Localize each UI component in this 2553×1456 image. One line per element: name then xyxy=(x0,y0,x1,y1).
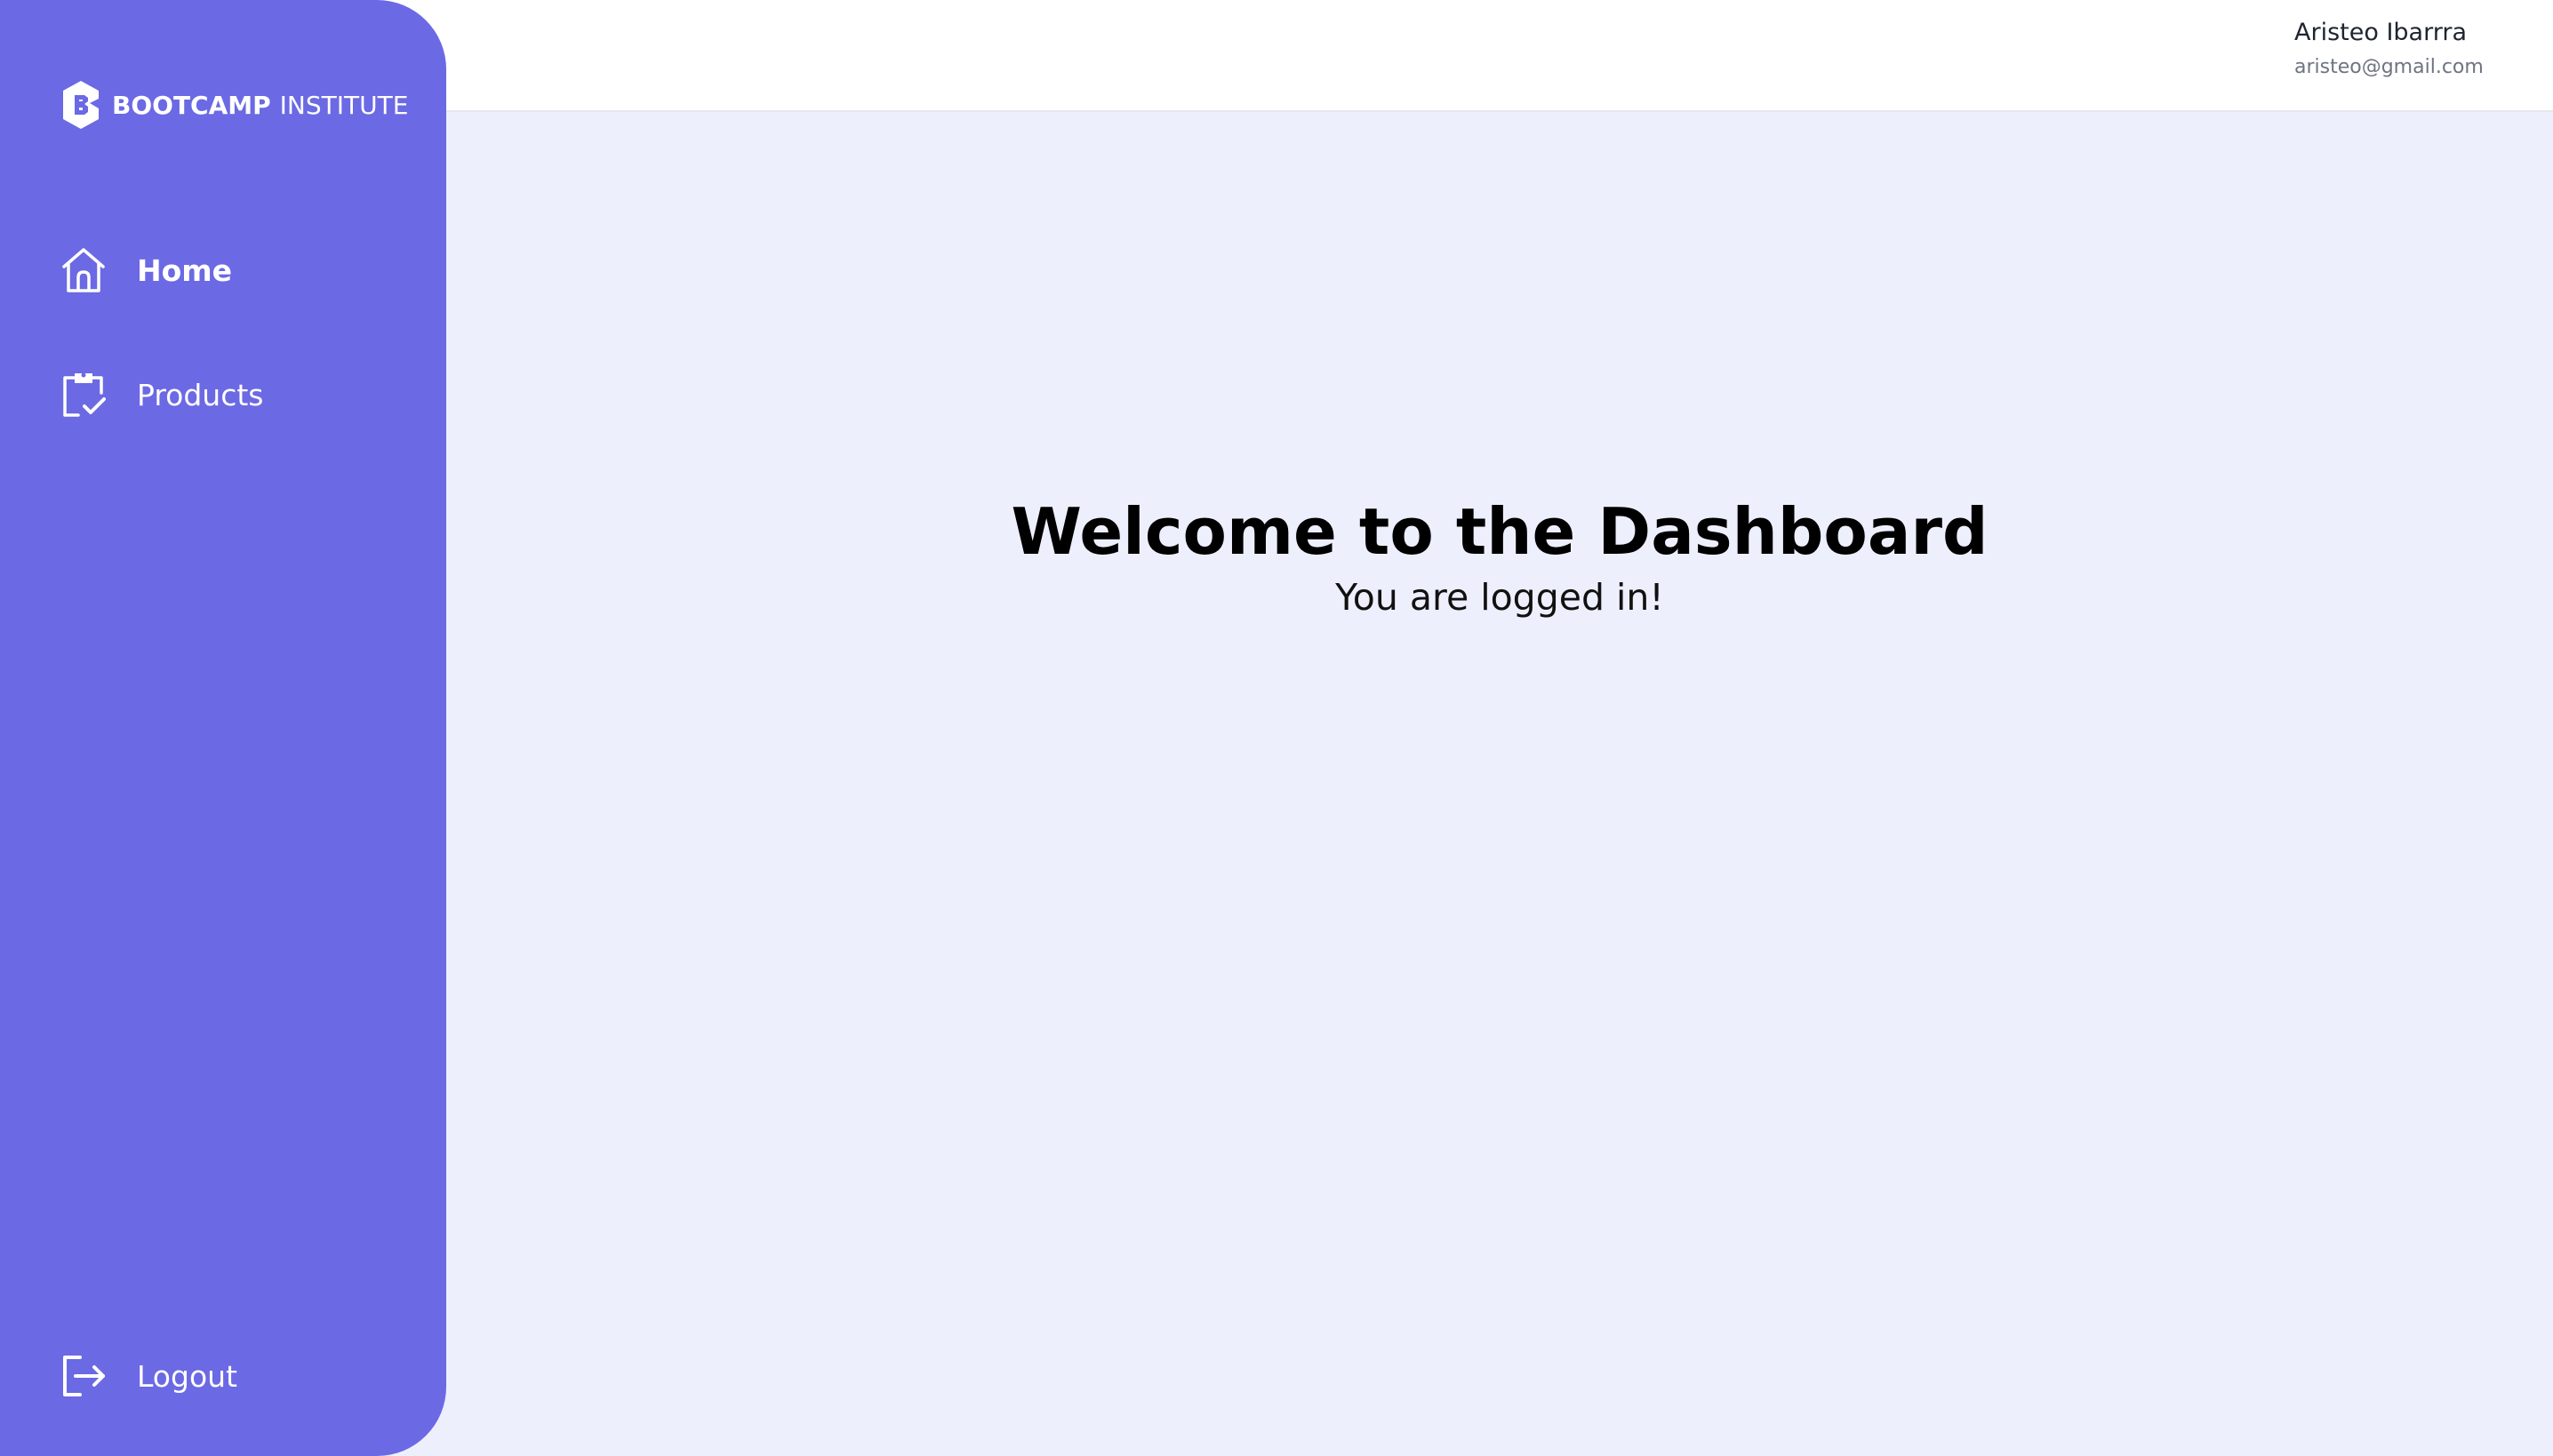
bootcamp-logo-icon xyxy=(63,81,99,129)
sidebar: BOOTCAMP INSTITUTE Home Products Logout xyxy=(0,0,446,1456)
home-icon xyxy=(62,248,105,292)
welcome-section: Welcome to the Dashboard You are logged … xyxy=(446,489,2553,620)
user-name: Aristeo Ibarrra xyxy=(2294,19,2467,46)
brand-name-light: INSTITUTE xyxy=(279,90,409,120)
brand-name-bold: BOOTCAMP xyxy=(112,90,271,120)
logout-button[interactable]: Logout xyxy=(60,1349,237,1403)
logout-icon xyxy=(63,1356,105,1396)
logout-label: Logout xyxy=(137,1358,237,1394)
sidebar-item-label: Products xyxy=(137,377,264,412)
user-profile[interactable]: Aristeo Ibarrra aristeo@gmail.com xyxy=(2294,18,2534,80)
page-title: Welcome to the Dashboard xyxy=(1011,494,1989,569)
clipboard-check-icon xyxy=(63,372,106,417)
page-subtitle: You are logged in! xyxy=(1335,576,1664,619)
sidebar-item-label: Home xyxy=(137,252,233,288)
sidebar-item-home[interactable]: Home xyxy=(60,244,232,297)
sidebar-item-products[interactable]: Products xyxy=(60,368,264,421)
user-email: aristeo@gmail.com xyxy=(2294,56,2484,78)
brand-logo[interactable]: BOOTCAMP INSTITUTE xyxy=(60,78,408,132)
